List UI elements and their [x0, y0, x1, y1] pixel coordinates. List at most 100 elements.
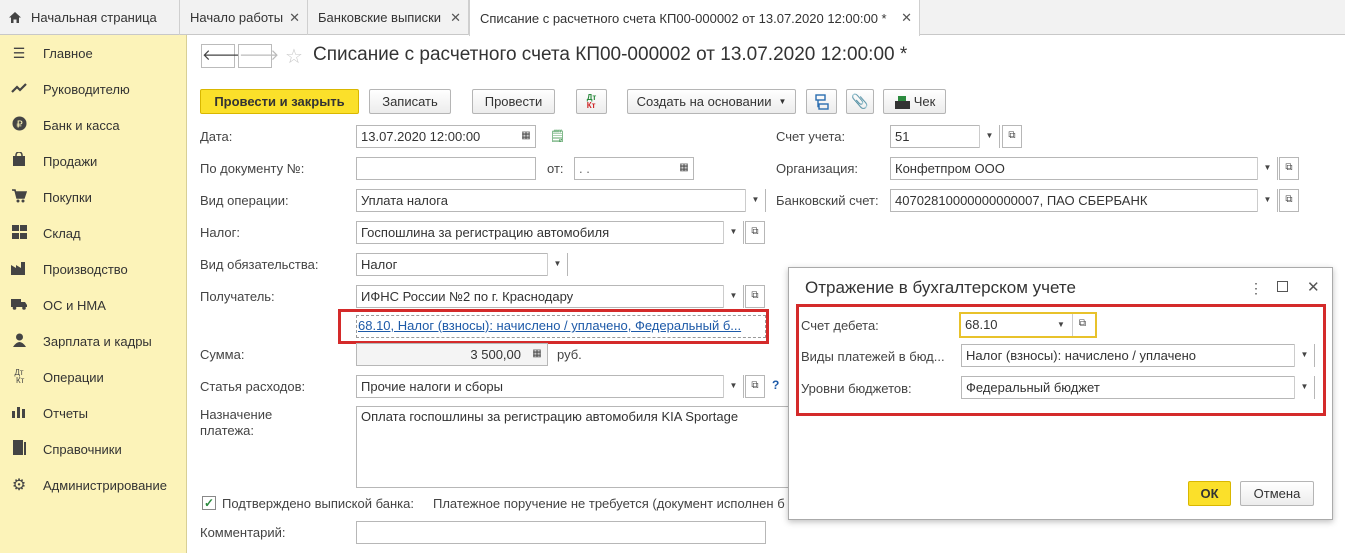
sidebar-item-production[interactable]: Производство: [0, 251, 187, 287]
chevron-down-icon[interactable]: ▼: [723, 221, 743, 244]
chevron-down-icon[interactable]: ▼: [745, 189, 765, 212]
sidebar-item-assets[interactable]: ОС и НМА: [0, 287, 187, 323]
tab-bar: Начальная страница Начало работы ✕ Банко…: [0, 0, 1345, 36]
open-icon[interactable]: ⧉: [745, 375, 765, 398]
chevron-down-icon[interactable]: ▼: [723, 285, 743, 308]
sidebar-item-bank[interactable]: ₽ Банк и касса: [0, 107, 187, 143]
sidebar-item-label: Руководителю: [43, 81, 130, 97]
calendar-icon[interactable]: ▦: [517, 126, 535, 147]
forward-button[interactable]: 🡒: [238, 44, 279, 68]
open-icon[interactable]: ⧉: [745, 221, 765, 244]
currency-label: руб.: [557, 347, 582, 362]
chevron-down-icon[interactable]: ▼: [723, 375, 743, 398]
recipient-field[interactable]: ИФНС России №2 по г. Краснодару: [356, 285, 744, 308]
post-button[interactable]: Провести: [472, 89, 555, 114]
expense-field[interactable]: Прочие налоги и сборы: [356, 375, 744, 398]
sidebar-item-operations[interactable]: Дт Кт Операции: [0, 359, 187, 395]
comment-field[interactable]: [356, 521, 766, 544]
dialog-title: Отражение в бухгалтерском учете: [805, 278, 1076, 297]
sidebar-item-directories[interactable]: Справочники: [0, 431, 187, 467]
tab-home[interactable]: Начальная страница: [0, 0, 180, 35]
confirmed-label: Подтверждено выпиской банка:: [222, 496, 414, 511]
attach-button[interactable]: 📎: [846, 89, 874, 114]
star-icon[interactable]: ☆: [285, 44, 303, 69]
date-field[interactable]: 13.07.2020 12:00:00: [356, 125, 536, 148]
sidebar-item-warehouse[interactable]: Склад: [0, 215, 187, 251]
tab-bank-label: Банковские выписки: [318, 10, 442, 25]
calculator-icon[interactable]: ▦: [528, 344, 546, 365]
sidebar-item-sales[interactable]: Продажи: [0, 143, 187, 179]
back-button[interactable]: 🡐: [201, 44, 242, 68]
optype-field[interactable]: Уплата налога: [356, 189, 766, 212]
chevron-down-icon[interactable]: ▼: [1294, 376, 1314, 399]
sum-field[interactable]: 3 500,00: [356, 343, 548, 366]
edit-number-icon[interactable]: 🗒: [550, 129, 565, 143]
sidebar-item-salary[interactable]: Зарплата и кадры: [0, 323, 187, 359]
bank-account-field[interactable]: 40702810000000000007, ПАО СБЕРБАНК: [890, 189, 1278, 212]
confirmed-checkbox[interactable]: ✓: [202, 496, 216, 510]
sidebar-item-purchases[interactable]: Покупки: [0, 179, 187, 215]
docnum-field[interactable]: [356, 157, 536, 180]
tab-bank-statements[interactable]: Банковские выписки ✕: [308, 0, 469, 35]
tax-field[interactable]: Госпошлина за регистрацию автомобиля: [356, 221, 744, 244]
open-icon[interactable]: ⧉: [1279, 157, 1299, 180]
sidebar-item-reports[interactable]: Отчеты: [0, 395, 187, 431]
chevron-down-icon[interactable]: ▼: [1257, 189, 1277, 212]
sidebar-item-admin[interactable]: ⚙ Администрирование: [0, 467, 187, 503]
open-icon[interactable]: ⧉: [1002, 125, 1022, 148]
sidebar-item-label: Банк и касса: [43, 117, 120, 133]
open-icon[interactable]: ⧉: [1279, 189, 1299, 212]
svg-text:₽: ₽: [16, 120, 23, 131]
ok-button[interactable]: ОК: [1188, 481, 1231, 506]
accounting-reflection-dialog: Отражение в бухгалтерском учете ⋮ ✕ Счет…: [788, 267, 1333, 520]
receipt-label: Чек: [913, 94, 936, 109]
tab-home-label: Начальная страница: [31, 10, 157, 25]
calendar-icon[interactable]: ▦: [675, 158, 693, 179]
maximize-icon[interactable]: [1277, 281, 1288, 292]
person-icon: [10, 333, 28, 350]
dt-kt-button[interactable]: Дт Кт: [576, 89, 607, 114]
more-icon[interactable]: ⋮: [1249, 280, 1263, 297]
payment-type-label: Виды платежей в бюд...: [801, 349, 945, 364]
create-based-on-button[interactable]: Создать на основании ▼: [627, 89, 796, 114]
chevron-down-icon[interactable]: ▼: [1294, 344, 1314, 367]
close-icon[interactable]: ✕: [1307, 278, 1320, 296]
post-and-close-button[interactable]: Провести и закрыть: [200, 89, 359, 114]
tab-start[interactable]: Начало работы ✕: [180, 0, 308, 35]
chevron-down-icon[interactable]: ▼: [1051, 314, 1071, 336]
sidebar: ☰ Главное Руководителю ₽ Банк и касса Пр…: [0, 35, 187, 553]
chevron-down-icon[interactable]: ▼: [547, 253, 567, 276]
close-icon[interactable]: ✕: [289, 10, 300, 26]
highlight-box-link: [338, 309, 769, 344]
close-icon[interactable]: ✕: [901, 10, 912, 26]
chevron-down-icon[interactable]: ▼: [1257, 157, 1277, 180]
org-field[interactable]: Конфетпром ООО: [890, 157, 1278, 180]
page-title: Списание с расчетного счета КП00-000002 …: [313, 44, 908, 65]
tax-label: Налог:: [200, 225, 240, 240]
cart-icon: [10, 188, 28, 206]
payment-order-text: Платежное поручение не требуется (докуме…: [433, 496, 785, 511]
close-icon[interactable]: ✕: [450, 10, 461, 26]
open-icon[interactable]: ⧉: [745, 285, 765, 308]
cash-register-icon: [894, 95, 910, 109]
cancel-button[interactable]: Отмена: [1240, 481, 1314, 506]
sidebar-item-manager[interactable]: Руководителю: [0, 71, 187, 107]
optype-label: Вид операции:: [200, 193, 289, 208]
open-icon[interactable]: ⧉: [1072, 314, 1092, 336]
obligation-field[interactable]: Налог: [356, 253, 568, 276]
arrow-left-icon: 🡐: [202, 47, 243, 64]
sidebar-item-main[interactable]: ☰ Главное: [0, 35, 187, 71]
receipt-button[interactable]: Чек: [883, 89, 946, 114]
structure-button[interactable]: [806, 89, 837, 114]
payment-type-field[interactable]: Налог (взносы): начислено / уплачено: [961, 344, 1315, 367]
purpose-field[interactable]: Оплата госпошлины за регистрацию автомоб…: [356, 406, 788, 488]
factory-icon: [10, 261, 28, 278]
recipient-label: Получатель:: [200, 289, 275, 304]
book-icon: [10, 440, 28, 458]
tab-document[interactable]: Списание с расчетного счета КП00-000002 …: [469, 0, 920, 36]
help-icon[interactable]: ?: [772, 378, 779, 392]
save-button[interactable]: Записать: [369, 89, 451, 114]
budget-level-label: Уровни бюджетов:: [801, 381, 912, 396]
chevron-down-icon[interactable]: ▼: [979, 125, 999, 148]
budget-level-field[interactable]: Федеральный бюджет: [961, 376, 1315, 399]
